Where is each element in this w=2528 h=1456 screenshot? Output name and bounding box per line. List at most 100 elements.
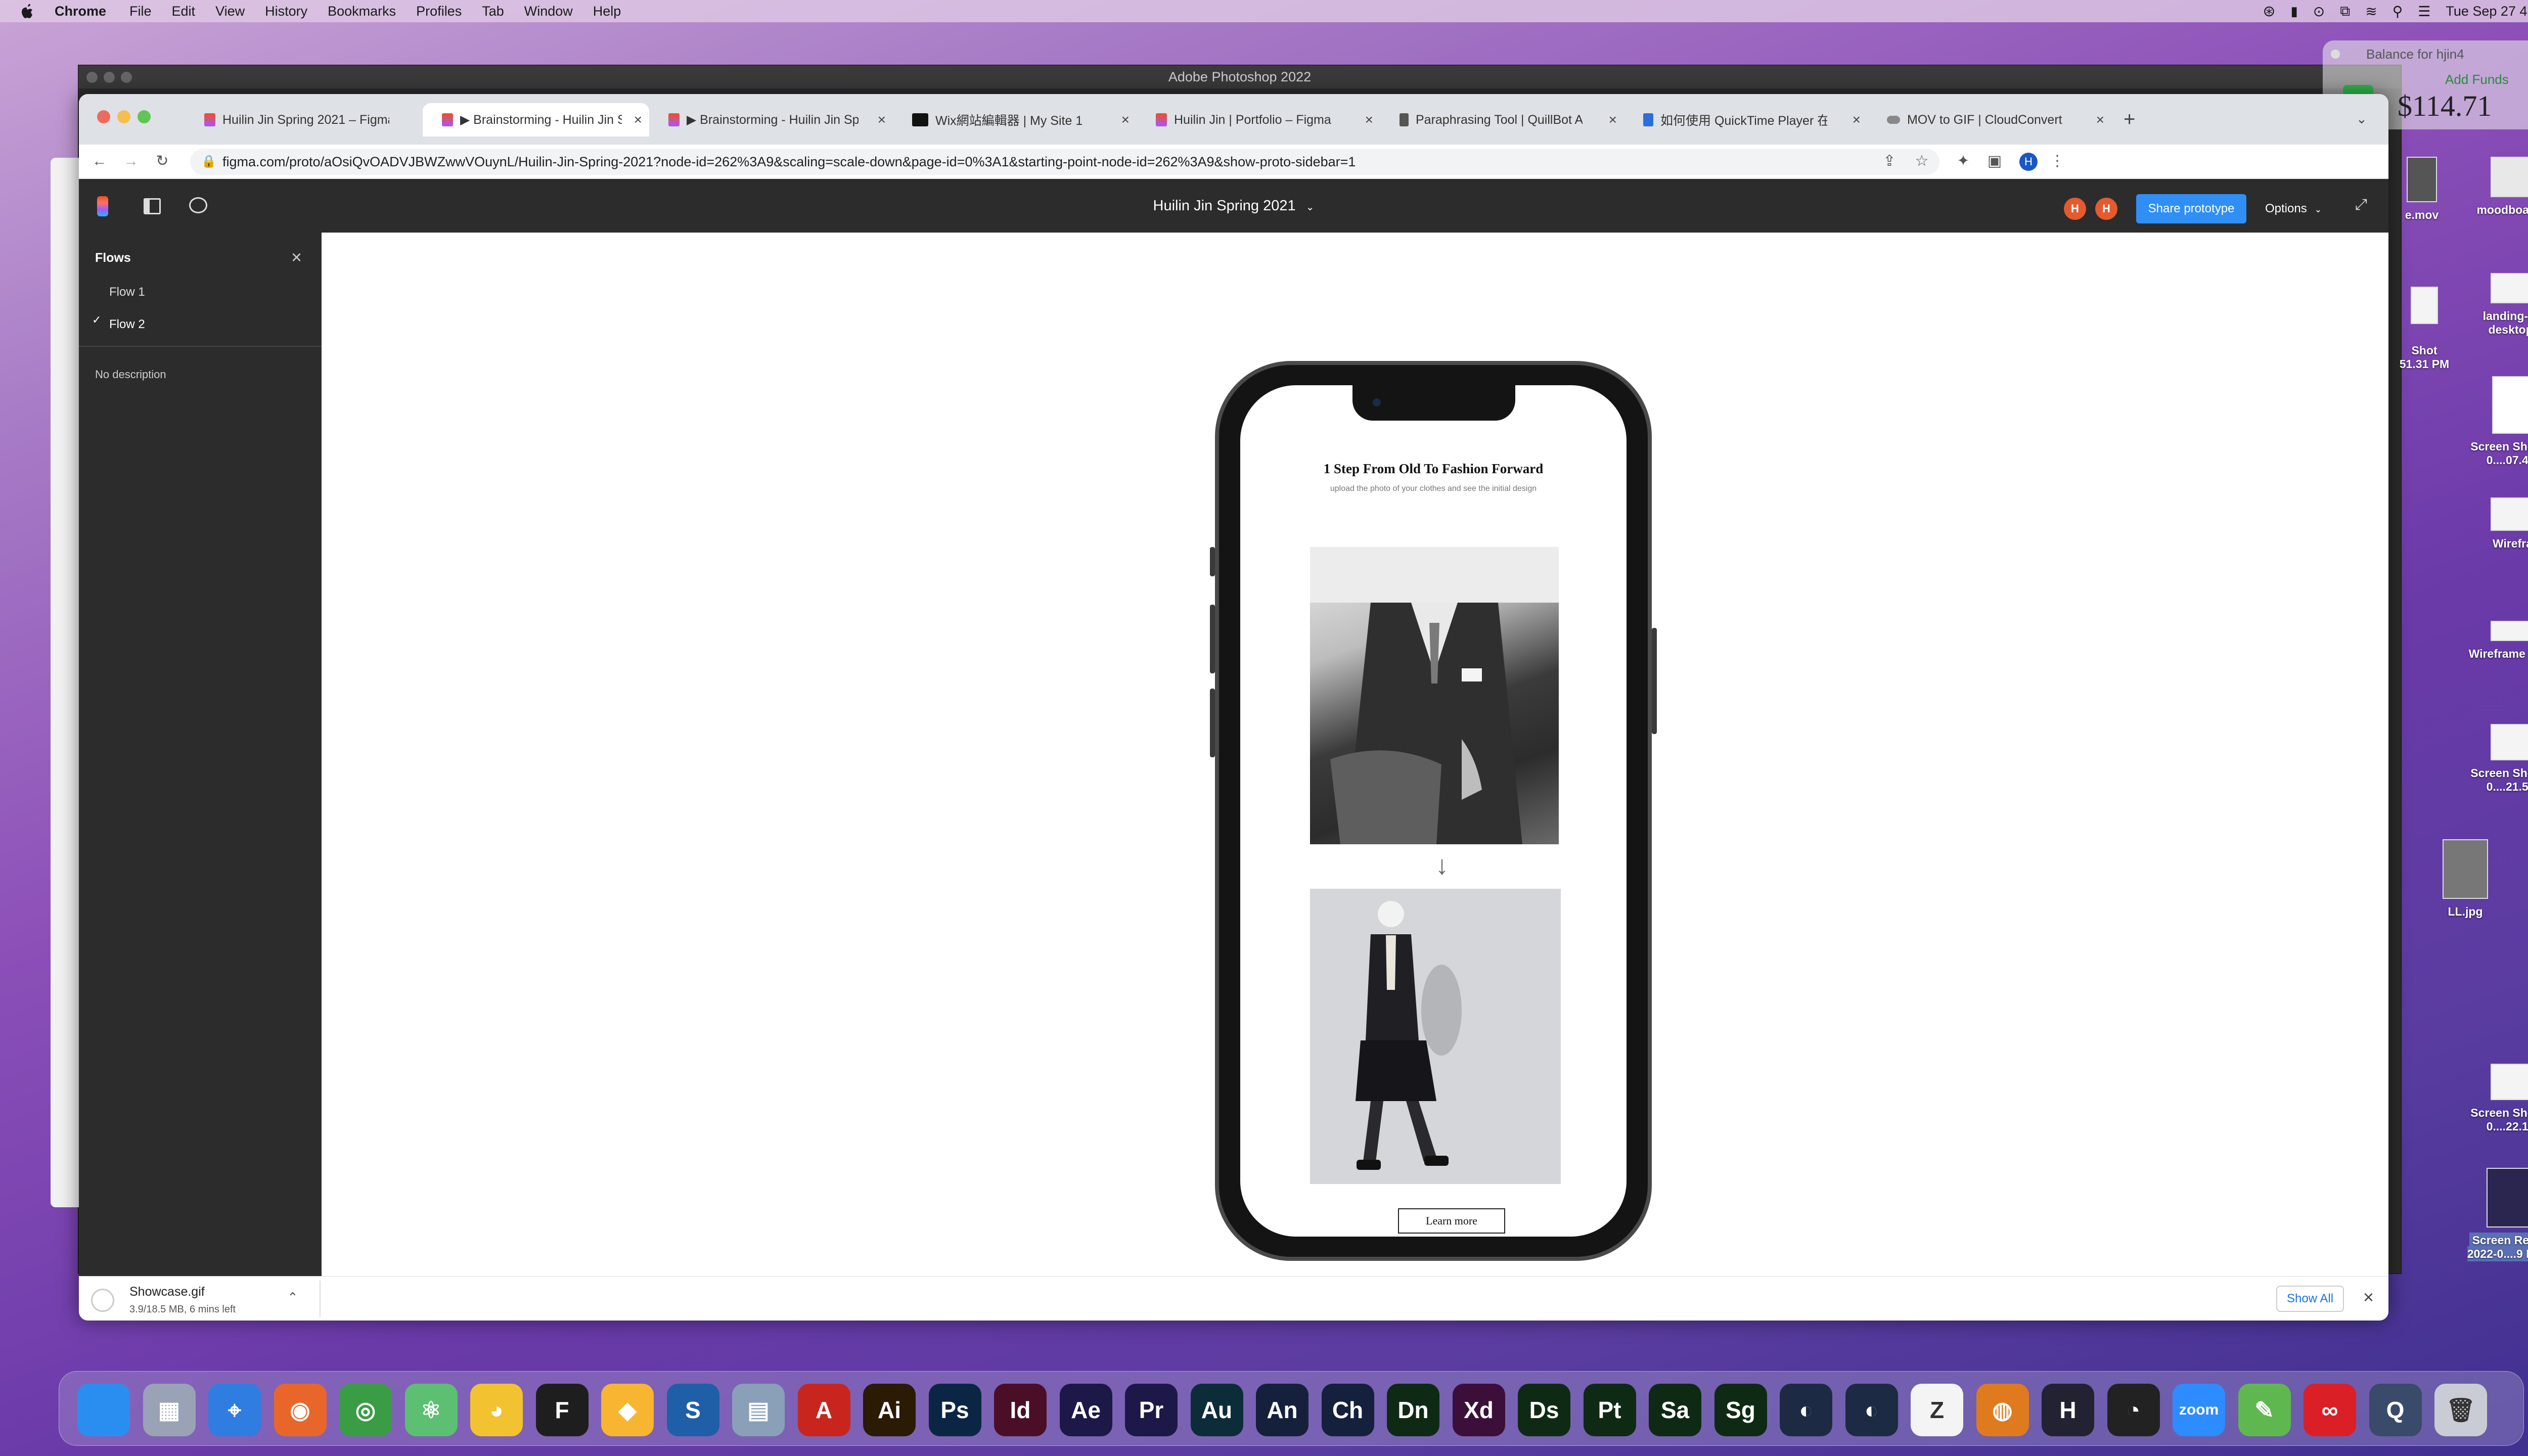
tab-cloudconvert[interactable]: MOV to GIF | CloudConvert × <box>1868 103 2111 136</box>
chrome-menu-icon[interactable]: ⋮ <box>2050 154 2065 169</box>
fullscreen-icon[interactable]: ⤢ <box>2355 196 2367 213</box>
menu-bookmarks[interactable]: Bookmarks <box>328 4 396 19</box>
dock-icon-safari[interactable]: ⌖ <box>208 1384 261 1436</box>
desktop-icon-screenshot-2157[interactable]: Screen Shot 2022-0....21.57 PM <box>2465 724 2528 794</box>
show-all-button[interactable]: Show All <box>2276 1286 2344 1312</box>
dock-icon-cinema-4d[interactable]: ◐ <box>1780 1384 1832 1436</box>
add-funds-link[interactable]: Add Funds <box>2445 72 2509 87</box>
desktop-icon-wireframe-desktop[interactable]: Wireframe desktop <box>2465 621 2528 661</box>
wifi-icon[interactable]: ≋ <box>2365 3 2377 20</box>
back-icon[interactable]: ← <box>92 154 107 169</box>
dock-icon-quicktime[interactable]: Q <box>2369 1384 2422 1436</box>
collaborator-avatar[interactable]: H <box>2095 198 2117 220</box>
tab-wix[interactable]: Wix網站編輯器 | My Site 1 × <box>893 103 1137 136</box>
screen-status-icon[interactable]: ⧉ <box>2340 3 2350 20</box>
zoom-window-button[interactable] <box>138 110 151 123</box>
dock-icon-chrome[interactable]: ◎ <box>339 1384 392 1436</box>
ps-close-button[interactable] <box>86 72 98 83</box>
dock-icon-indesign[interactable]: Id <box>994 1384 1047 1436</box>
menu-view[interactable]: View <box>215 4 245 19</box>
menu-history[interactable]: History <box>265 4 307 19</box>
tab-search-icon[interactable]: ⌄ <box>2356 111 2367 127</box>
control-center-icon[interactable]: ☰ <box>2418 3 2430 20</box>
tab-close-icon[interactable]: × <box>1609 112 1617 128</box>
minimize-window-button[interactable] <box>117 110 130 123</box>
dock-icon-cinema-4d-lite[interactable]: ◐ <box>1845 1384 1898 1436</box>
desktop-icon-wireframe[interactable]: Wireframe <box>2465 497 2528 551</box>
widget-close-button[interactable] <box>2331 50 2340 59</box>
tab-brainstorming-2[interactable]: ▶ Brainstorming - Huilin Jin Sp × <box>649 103 893 136</box>
collaborator-avatar[interactable]: H <box>2064 198 2086 220</box>
desktop-icon-screenshot-2210[interactable]: Screen Shot 2022-0....22.10 PM <box>2465 1064 2528 1133</box>
extensions-icon[interactable]: ✦ <box>1956 154 1971 169</box>
profile-avatar[interactable]: H <box>2019 153 2038 171</box>
reload-icon[interactable]: ↻ <box>155 154 170 169</box>
dock-icon-illustrator[interactable]: Ai <box>863 1384 916 1436</box>
desktop-icon-landing-page[interactable]: landing-page-desktop.jpg <box>2465 273 2528 337</box>
tab-close-icon[interactable]: × <box>878 112 886 128</box>
dock-icon-creative-cloud[interactable]: ∞ <box>2304 1384 2356 1436</box>
dock-icon-substance-stager[interactable]: Sg <box>1714 1384 1767 1436</box>
dock-icon-dimension[interactable]: Dn <box>1387 1384 1439 1436</box>
side-panel-icon[interactable]: ▣ <box>1987 154 2002 169</box>
chevron-up-icon[interactable]: ⌃ <box>287 1290 298 1305</box>
dock-icon-activity[interactable]: ◔ <box>2107 1384 2160 1436</box>
menu-window[interactable]: Window <box>524 4 573 19</box>
dock-icon-substance-designer[interactable]: Ds <box>1518 1384 1570 1436</box>
dock-icon-photoshop[interactable]: Ps <box>928 1384 981 1436</box>
dock-icon-finder[interactable] <box>77 1384 130 1436</box>
dock-icon-substance-painter[interactable]: Pt <box>1583 1384 1636 1436</box>
bookmark-star-icon[interactable]: ☆ <box>1914 154 1929 169</box>
desktop-icon-screen-recording[interactable]: Screen Recording 2022-0....9 PM.mov <box>2457 1168 2528 1261</box>
forward-icon[interactable]: → <box>123 154 139 169</box>
creative-cloud-status-icon[interactable]: ⊛ <box>2263 3 2275 20</box>
close-window-button[interactable] <box>97 110 110 123</box>
bookmark-status-icon[interactable]: ▮ <box>2290 4 2297 19</box>
play-status-icon[interactable]: ⊙ <box>2313 3 2325 20</box>
tab-close-icon[interactable]: × <box>1121 112 1130 128</box>
share-prototype-button[interactable]: Share prototype <box>2136 194 2246 223</box>
tab-quicktime[interactable]: 如何使用 QuickTime Player 在 M × <box>1624 103 1868 136</box>
menu-tab[interactable]: Tab <box>482 4 504 19</box>
dock-icon-figma[interactable]: F <box>535 1384 589 1436</box>
ps-minimize-button[interactable] <box>104 72 115 83</box>
dock-icon-maps[interactable]: ✎ <box>2238 1384 2291 1436</box>
menu-help[interactable]: Help <box>593 4 621 19</box>
dock-icon-premiere[interactable]: Pr <box>1125 1384 1178 1436</box>
dock-icon-cyberduck[interactable]: ◕ <box>470 1384 523 1436</box>
desktop-icon-screenshot-0743[interactable]: Screen Shot 2022-0....07.43 PM <box>2465 376 2528 467</box>
dock-icon-substance-sampler[interactable]: Sa <box>1649 1384 1701 1436</box>
tab-close-icon[interactable]: × <box>2096 112 2104 128</box>
desktop-icon-ll-jpg[interactable]: LL.jpg <box>2410 839 2521 919</box>
dock-icon-xd[interactable]: Xd <box>1452 1384 1505 1436</box>
desktop-icon-screenshot-partial[interactable]: Shot 51.31 PM <box>2376 273 2472 371</box>
tab-portfolio-figma[interactable]: Huilin Jin | Portfolio – Figma × <box>1137 103 1380 136</box>
tab-close-icon[interactable]: × <box>1853 112 1861 128</box>
dock-icon-firefox[interactable]: ◉ <box>274 1384 327 1436</box>
dock-icon-animate[interactable]: An <box>1256 1384 1308 1436</box>
tab-quillbot[interactable]: Paraphrasing Tool | QuillBot AI × <box>1380 103 1624 136</box>
dock-icon-preview[interactable]: ▤ <box>732 1384 785 1436</box>
dock-icon-zbrush[interactable]: Z <box>1911 1384 1963 1436</box>
spotlight-icon[interactable]: ⚲ <box>2392 3 2403 20</box>
menu-edit[interactable]: Edit <box>172 4 196 19</box>
menu-app-name[interactable]: Chrome <box>55 4 106 19</box>
figma-file-title[interactable]: Huilin Jin Spring 2021 ⌄ <box>79 179 2388 233</box>
address-bar[interactable]: 🔒 figma.com/proto/aOsiQvOADVJBWZwwVOuynL… <box>190 149 1939 175</box>
dock-icon-sketchup[interactable]: S <box>666 1384 719 1436</box>
dock-icon-zoom[interactable]: zoom <box>2173 1384 2225 1436</box>
dock-icon-hype[interactable]: H <box>2042 1384 2094 1436</box>
tab-close-icon[interactable]: × <box>634 112 642 128</box>
dock-icon-blender[interactable]: ◍ <box>1976 1384 2029 1436</box>
share-page-icon[interactable]: ⇪ <box>1882 154 1897 169</box>
dock-icon-sketch[interactable]: ◆ <box>601 1384 654 1436</box>
menu-clock[interactable]: Tue Sep 27 4:51 PM <box>2446 4 2528 19</box>
tab-brainstorming-active[interactable]: ▶ Brainstorming - Huilin Jin Sp × <box>423 103 649 136</box>
dock-icon-launchpad[interactable]: ▦ <box>143 1384 196 1436</box>
options-menu-button[interactable]: Options ⌄ <box>2265 194 2341 223</box>
menu-file[interactable]: File <box>129 4 152 19</box>
close-sidebar-icon[interactable]: × <box>291 247 302 268</box>
flow-item-2[interactable]: Flow 2 <box>109 317 145 332</box>
dock-icon-audition[interactable]: Au <box>1190 1384 1243 1436</box>
dock-icon-after-effects[interactable]: Ae <box>1059 1384 1112 1436</box>
